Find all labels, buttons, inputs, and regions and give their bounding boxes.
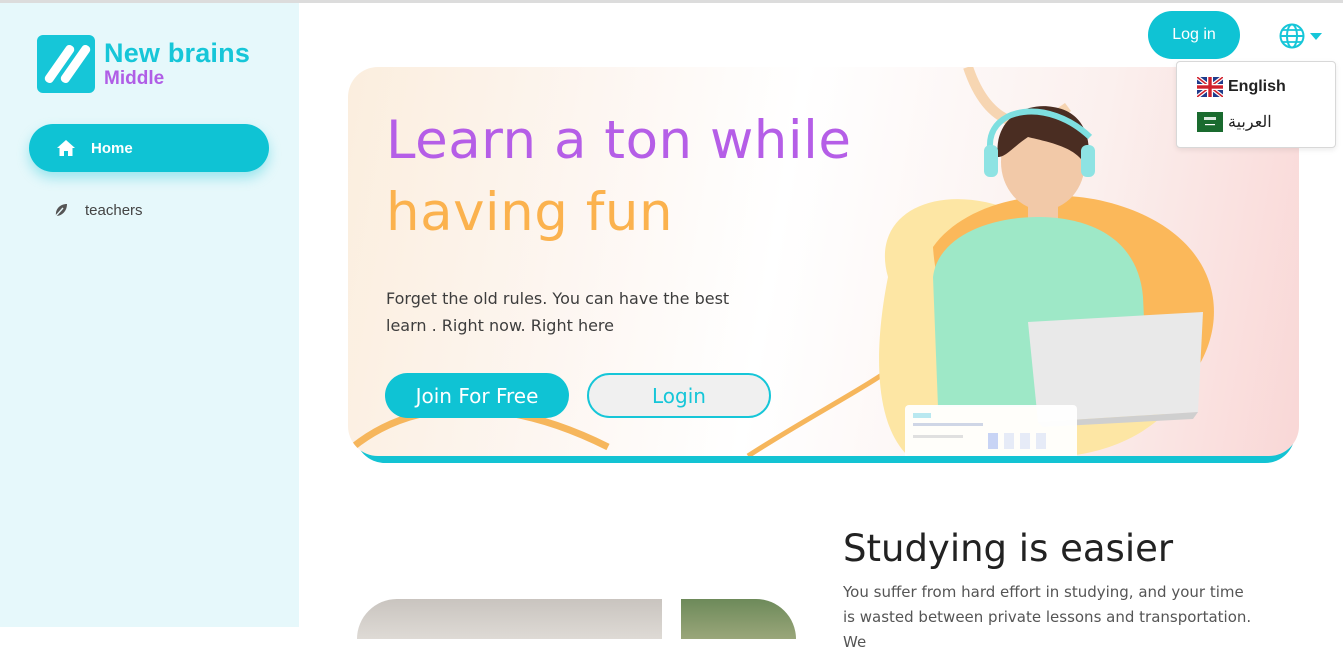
- brand-logo-text: New brains Middle: [104, 38, 251, 89]
- saudi-flag-icon: [1197, 112, 1223, 132]
- home-icon: [57, 140, 75, 156]
- globe-icon: [1279, 23, 1305, 49]
- hero-description: Forget the old rules. You can have the b…: [386, 289, 730, 335]
- hero-title-line-1: Learn a ton while: [386, 110, 852, 171]
- language-dropdown: English العربية: [1176, 61, 1336, 148]
- section-title: Studying is easier: [843, 527, 1174, 570]
- language-option-arabic[interactable]: العربية: [1197, 112, 1272, 132]
- classroom-photo: [357, 599, 662, 639]
- sidebar-item-label: Home: [91, 139, 133, 157]
- photo-gap: [662, 599, 681, 639]
- chevron-down-icon: [1310, 32, 1322, 40]
- language-label: العربية: [1228, 114, 1272, 131]
- leaf-icon: [54, 204, 67, 218]
- header-login-button[interactable]: Log in: [1148, 11, 1240, 59]
- hero-title-line-2: having fun: [386, 182, 674, 243]
- brand-logo[interactable]: New brains Middle: [37, 35, 250, 93]
- language-selector[interactable]: [1279, 23, 1322, 49]
- section-description: You suffer from hard effort in studying,…: [843, 583, 1252, 651]
- sidebar: New brains Middle Home teachers: [0, 3, 299, 627]
- language-option-english[interactable]: English: [1197, 77, 1286, 97]
- uk-flag-icon: [1197, 77, 1223, 97]
- hero-login-button[interactable]: Login: [587, 373, 771, 418]
- sidebar-item-teachers[interactable]: teachers: [52, 201, 143, 219]
- brand-subtitle: Middle: [104, 68, 165, 89]
- brand-logo-icon: [37, 35, 95, 93]
- brand-name: New brains: [104, 38, 251, 68]
- sidebar-item-home[interactable]: Home: [29, 124, 269, 172]
- join-for-free-button[interactable]: Join For Free: [385, 373, 569, 418]
- hero-title: Learn a ton while having fun: [386, 105, 851, 249]
- language-label: English: [1228, 78, 1286, 95]
- sidebar-item-label: teachers: [85, 201, 143, 219]
- teacher-photo: [681, 599, 796, 639]
